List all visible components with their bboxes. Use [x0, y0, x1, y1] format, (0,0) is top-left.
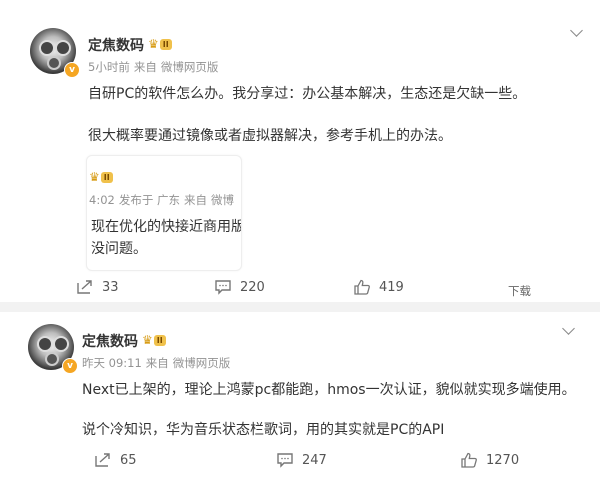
chevron-down-icon[interactable]	[562, 322, 575, 335]
quoted-text-line: 现在优化的快接近商用版	[91, 219, 242, 235]
comment-icon	[215, 280, 231, 295]
like-button[interactable]: 1270	[460, 452, 519, 468]
quoted-location: 发布于 广东	[118, 193, 180, 207]
post-text-line: Next已上架的，理论上鸿蒙pc都能跑，hmos一次认证，貌似就实现多端使用。	[82, 382, 576, 398]
weibo-post: v 定焦数码 ♛ II 昨天 09:11 来自 微博网页版 Next已上架的，理论上…	[8, 312, 592, 482]
comment-button[interactable]: 220	[214, 279, 265, 295]
comment-icon	[277, 453, 293, 468]
crown-icon: ♛	[148, 37, 159, 51]
post-source: 微博网页版	[172, 356, 231, 370]
download-link[interactable]: 下载	[508, 283, 531, 299]
feed-separator	[0, 302, 600, 312]
quoted-post-text: 现在优化的快接近商用版 没问题。	[91, 216, 242, 260]
repost-button[interactable]: 33	[76, 279, 119, 295]
like-count: 419	[379, 279, 404, 295]
quoted-source-prefix: 来自	[183, 193, 207, 207]
post-text-line: 很大概率要通过镜像或者虚拟器解决，参考手机上的办法。	[88, 128, 452, 144]
verified-badge-icon: v	[62, 358, 78, 374]
repost-icon	[77, 280, 92, 294]
post-meta: 5小时前 来自 微博网页版	[88, 59, 222, 75]
repost-count: 33	[102, 279, 119, 295]
quoted-text-line: 没问题。	[91, 241, 147, 257]
quoted-post-meta: 4:02 发布于 广东 来自 微博	[89, 192, 238, 208]
author-name[interactable]: 定焦数码	[82, 331, 138, 351]
like-count: 1270	[486, 452, 520, 468]
like-icon	[354, 279, 370, 295]
quoted-time: 4:02	[89, 193, 115, 207]
chevron-down-icon[interactable]	[570, 24, 583, 37]
comment-button[interactable]: 247	[276, 452, 327, 468]
source-prefix: 来自	[145, 356, 169, 370]
like-icon	[461, 452, 477, 468]
quoted-post-card[interactable]: ♛ II 4:02 发布于 广东 来自 微博 现在优化的快接近商用版 没问题。	[86, 155, 242, 271]
source-prefix: 来自	[133, 60, 157, 74]
comment-count: 220	[240, 279, 265, 295]
author-name[interactable]: 定焦数码	[88, 35, 144, 55]
repost-button[interactable]: 65	[94, 452, 137, 468]
member-level-badge[interactable]: ♛ II	[142, 333, 166, 347]
crown-icon: ♛	[142, 333, 153, 347]
repost-icon	[95, 453, 110, 467]
post-time[interactable]: 5小时前	[88, 60, 130, 74]
post-time[interactable]: 昨天 09:11	[82, 356, 142, 370]
post-text-line: 自研PC的软件怎么办。我分享过：办公基本解决，生态还是欠缺一些。	[88, 86, 527, 102]
post-meta: 昨天 09:11 来自 微博网页版	[82, 355, 234, 371]
post-text-line: 说个冷知识，华为音乐状态栏歌词，用的其实就是PC的API	[82, 422, 445, 438]
weibo-post: v 定焦数码 ♛ II 5小时前 来自 微博网页版 自研PC的软件怎么办。我分享过：…	[8, 0, 592, 302]
quoted-source: 微博	[210, 193, 234, 207]
post-source: 微博网页版	[160, 60, 219, 74]
verified-badge-icon: v	[64, 62, 80, 78]
repost-count: 65	[120, 452, 137, 468]
member-level-badge[interactable]: ♛ II	[148, 37, 172, 51]
like-button[interactable]: 419	[353, 279, 404, 295]
crown-icon: ♛	[89, 170, 100, 184]
comment-count: 247	[302, 452, 327, 468]
